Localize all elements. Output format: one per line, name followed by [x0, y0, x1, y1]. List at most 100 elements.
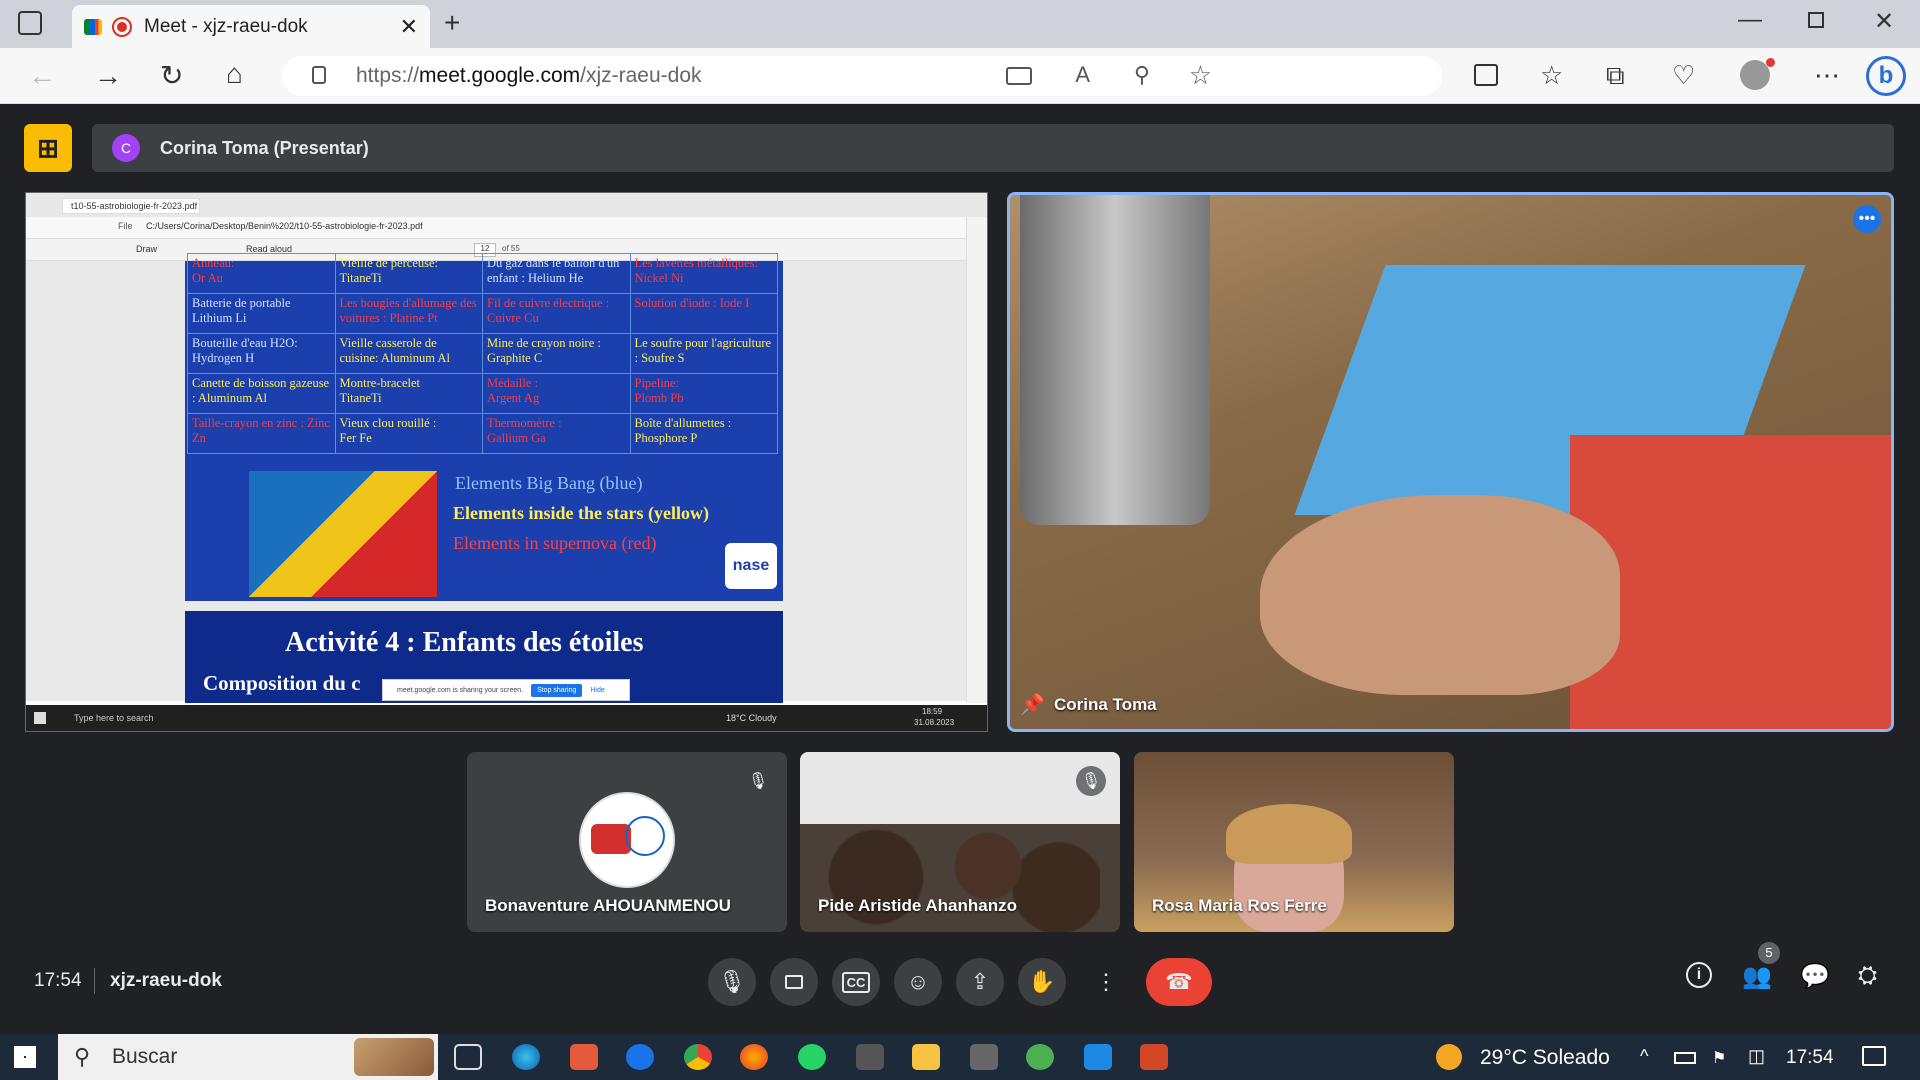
inner-file-label: File [118, 221, 133, 231]
favorite-star-icon[interactable]: ☆ [1189, 60, 1212, 91]
refresh-icon[interactable]: ↻ [160, 62, 183, 90]
participant-hair [1226, 804, 1352, 864]
pin-icon[interactable]: 📌 [1020, 692, 1045, 717]
camera-permission-icon[interactable] [1006, 67, 1032, 85]
presenter-label: Corina Toma (Presentar) [160, 137, 369, 158]
app-taskbar-icon[interactable] [570, 1044, 598, 1070]
teamviewer-taskbar-icon[interactable] [626, 1044, 654, 1070]
pdf-slide-elements: Anneau: Or Au Vieille de perceuse: Titane… [185, 253, 783, 601]
participant-tile[interactable]: Rosa Maria Ros Ferre [1134, 752, 1454, 932]
table-cell: Les lavettes métalliques: Nickel Ni [629, 253, 778, 294]
divider [94, 968, 95, 994]
collections-icon[interactable]: ⧉ [1606, 62, 1625, 88]
firefox-taskbar-icon[interactable] [740, 1044, 768, 1070]
powerpoint-taskbar-icon[interactable] [1140, 1044, 1168, 1070]
chat-icon[interactable]: 💬 [1800, 962, 1830, 991]
participant-avatar [579, 792, 675, 888]
app3-taskbar-icon[interactable] [970, 1044, 998, 1070]
taskbar-search[interactable]: ⚲ Buscar [58, 1034, 438, 1080]
stop-sharing-button[interactable]: Stop sharing [531, 683, 583, 697]
table-cell: Anneau: Or Au [187, 253, 336, 294]
emoji-button[interactable]: ☺ [894, 958, 942, 1006]
close-window-icon[interactable]: ✕ [1874, 10, 1894, 34]
edge-taskbar-icon[interactable] [512, 1044, 540, 1070]
search-highlight-image [354, 1038, 434, 1076]
captions-button[interactable]: CC [832, 958, 880, 1006]
browser-tab-bar: Meet - xjz-raeu-dok ✕ + — ✕ [0, 0, 1920, 48]
restore-icon[interactable] [1808, 12, 1824, 28]
sharing-notice-text: meet.google.com is sharing your screen. [397, 686, 524, 694]
meeting-details-icon[interactable]: i [1686, 962, 1712, 988]
bing-copilot-icon[interactable]: b [1866, 56, 1906, 96]
inner-time: 18:59 [922, 707, 943, 716]
notifications-icon[interactable] [1862, 1046, 1886, 1066]
whatsapp-taskbar-icon[interactable] [798, 1044, 826, 1070]
raise-hand-button[interactable]: ✋ [1018, 958, 1066, 1006]
hide-link[interactable]: Hide [590, 687, 604, 694]
table-cell: Pipeline: Plomb Pb [629, 373, 778, 414]
pinned-video-tile[interactable]: ••• 📌 Corina Toma [1007, 192, 1894, 732]
meeting-time: 17:54 [34, 970, 82, 991]
file-explorer-taskbar-icon[interactable] [912, 1044, 940, 1070]
participant-tile[interactable]: 🎙 Pide Aristide Ahanhanzo [800, 752, 1120, 932]
captions-icon: CC [841, 971, 871, 993]
address-bar[interactable]: https://meet.google.com/xjz-raeu-dok A ⚲… [282, 56, 1442, 96]
more-options-icon[interactable]: ••• [1853, 205, 1881, 233]
new-tab-icon[interactable]: + [444, 9, 460, 37]
table-row: Bouteille d'eau H2O: Hydrogen H Vieille c… [187, 333, 778, 374]
inner-taskbar: Type here to search 18°C Cloudy 18:59 31… [26, 705, 987, 731]
taskbar-clock: 17:54 [1786, 1047, 1834, 1068]
sharing-notice-bar: meet.google.com is sharing your screen. … [382, 679, 630, 701]
table-row: Taille-crayon en zinc : Zinc Zn Vieux clo… [187, 413, 778, 454]
legend-red: Elements in supernova (red) [453, 533, 657, 553]
table-cell: Le soufre pour l'agriculture : Soufre S [629, 333, 778, 374]
meeting-code: xjz-raeu-dok [110, 970, 222, 991]
app2-taskbar-icon[interactable] [856, 1044, 884, 1070]
home-icon[interactable]: ⌂ [226, 60, 243, 88]
table-row: Canette de boisson gazeuse : Aluminum Al… [187, 373, 778, 414]
mic-off-icon: 🎙 [1076, 766, 1106, 796]
company-room-icon[interactable]: ⊞ [24, 124, 72, 172]
participant-tile[interactable]: 🎙 Bonaventure AHOUANMENOU [467, 752, 787, 932]
favorites-icon[interactable]: ☆ [1540, 62, 1563, 88]
camera-button[interactable] [770, 958, 818, 1006]
elements-table: Anneau: Or Au Vieille de perceuse: Titane… [187, 253, 778, 454]
task-view-icon[interactable] [454, 1044, 482, 1070]
volume-icon: ◫ [1748, 1046, 1766, 1066]
app5-taskbar-icon[interactable] [1084, 1044, 1112, 1070]
minimize-icon[interactable]: — [1738, 8, 1762, 32]
browser-tab[interactable]: Meet - xjz-raeu-dok ✕ [72, 5, 430, 48]
participant-name: Pide Aristide Ahanhanzo [818, 896, 1017, 915]
present-button[interactable]: ⇪ [956, 958, 1004, 1006]
more-options-button[interactable]: ⋮ [1082, 958, 1130, 1006]
inner-draw-label: Draw [136, 244, 158, 254]
table-cell: Solution d'iode : Iode I [629, 293, 778, 334]
start-icon[interactable] [14, 1046, 36, 1068]
browser-essentials-icon[interactable]: ♡ [1672, 62, 1695, 88]
read-aloud-icon[interactable]: A [1075, 62, 1090, 88]
activities-icon[interactable]: ⛭ [1858, 962, 1877, 990]
split-screen-icon[interactable] [1474, 64, 1498, 86]
participant-name: Rosa Maria Ros Ferre [1152, 896, 1327, 915]
more-menu-icon[interactable]: ⋯ [1814, 62, 1840, 88]
table-cell: Batterie de portable Lithium Li [187, 293, 336, 334]
microphone-button[interactable]: 🎙 [708, 958, 756, 1006]
zoom-icon[interactable]: ⚲ [1134, 62, 1150, 88]
table-cell: Taille-crayon en zinc : Zinc Zn [187, 413, 336, 454]
inner-pdf-tab: t10-55-astrobiologie-fr-2023.pdf [62, 198, 200, 214]
forward-icon[interactable]: → [94, 62, 122, 90]
video-hand [1260, 495, 1620, 695]
app4-taskbar-icon[interactable] [1026, 1044, 1054, 1070]
close-tab-icon[interactable]: ✕ [400, 14, 418, 40]
people-icon[interactable]: 👥 [1742, 962, 1772, 991]
tray-chevron-icon[interactable]: ^ [1640, 1046, 1648, 1067]
inner-weather: 18°C Cloudy [726, 713, 777, 723]
table-cell: Médaille : Argent Ag [482, 373, 631, 414]
back-icon[interactable]: ← [28, 62, 56, 90]
leave-call-button[interactable]: ☎ [1146, 958, 1212, 1006]
tab-title: Meet - xjz-raeu-dok [144, 15, 308, 37]
table-cell: Mine de crayon noire : Graphite C [482, 333, 631, 374]
tab-actions-icon[interactable] [18, 11, 42, 35]
chrome-taskbar-icon[interactable] [684, 1044, 712, 1070]
inner-search-text: Type here to search [74, 713, 154, 723]
